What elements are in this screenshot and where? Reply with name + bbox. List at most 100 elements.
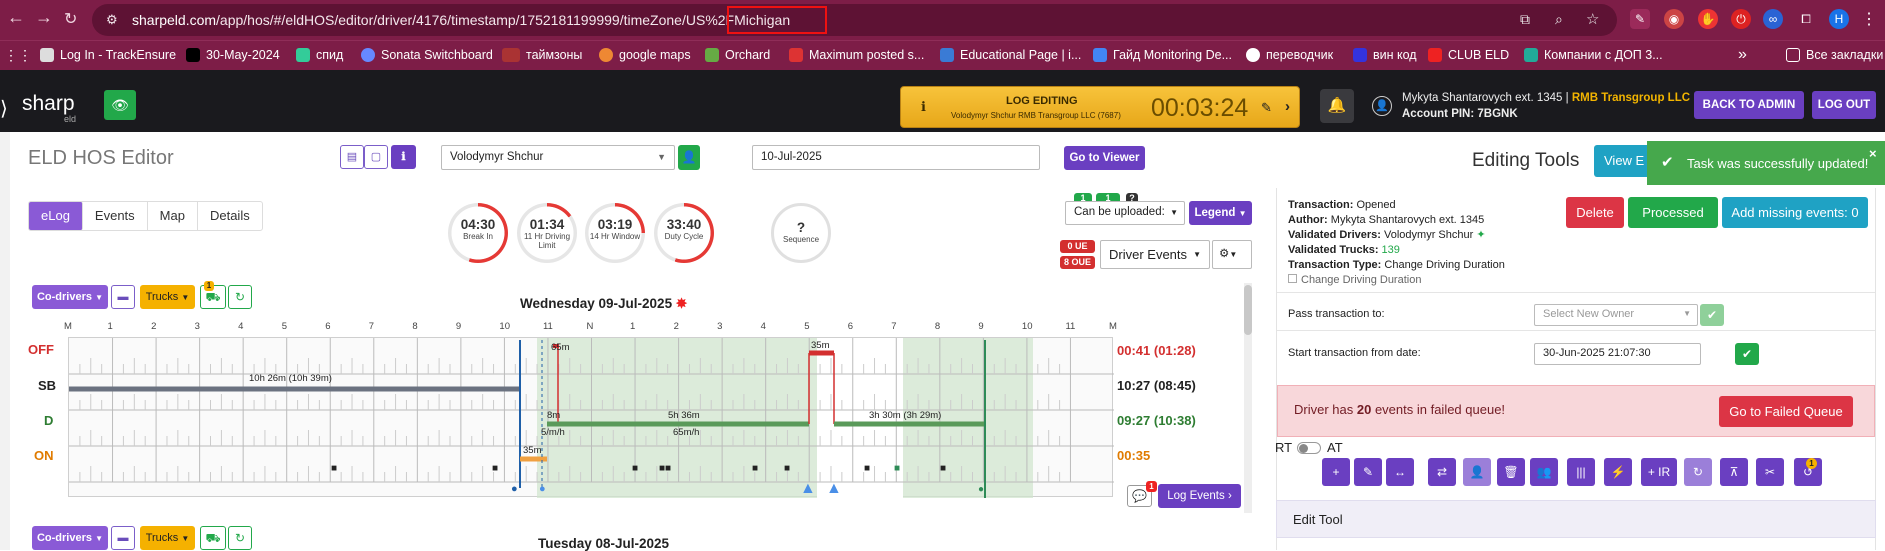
processed-button[interactable]: Processed [1628,197,1718,228]
back-to-admin-button[interactable]: BACK TO ADMIN [1694,91,1804,119]
translate-icon[interactable]: ⧉ [1520,11,1530,28]
video-icon[interactable]: ■ [784,463,790,474]
bookmarks-more[interactable]: » [1738,46,1747,64]
truck-add-button-2[interactable]: ⛟ [200,526,226,550]
bookmark-9[interactable]: Гайд Monitoring De... [1093,48,1232,62]
go-to-failed-queue-button[interactable]: Go to Failed Queue [1719,396,1853,427]
swap-tool-button[interactable]: ⇄ [1428,458,1456,486]
rt-at-toggle[interactable] [1297,442,1321,454]
bookmark-4[interactable]: таймзоны [502,48,582,62]
doc-event-icon[interactable]: ■ [894,463,900,474]
infinity-extension-icon[interactable]: ∞ [1763,9,1783,29]
bookmark-12[interactable]: CLUB ELD [1428,48,1509,62]
refresh-button-2[interactable]: ↻ [228,526,252,550]
group-tool-button[interactable]: 👥 [1530,458,1558,486]
tab-map[interactable]: Map [148,202,198,230]
zoom-icon[interactable]: ⌕ [1555,11,1563,28]
trucks-button[interactable]: Trucks ▼ [140,285,195,309]
extension-icon[interactable]: ◉ [1664,9,1684,29]
profile-avatar[interactable]: H [1829,9,1849,29]
view-button[interactable]: View E [1594,145,1654,177]
settings-select[interactable]: ⚙▼ [1212,240,1252,269]
address-bar[interactable]: ⚙ sharpeld.com/app/hos/#/eldHOS/editor/d… [92,4,1617,36]
puzzle-icon[interactable]: ⧠ [1796,9,1816,29]
resize-tool-button[interactable]: ↔ [1386,458,1414,486]
logout-button[interactable]: LOG OUT [1812,91,1876,119]
delete-button[interactable]: Delete [1566,197,1624,228]
video-icon[interactable]: ■ [752,463,758,474]
doc-button[interactable]: ▤ [340,145,364,169]
add-tool-button[interactable]: + [1322,458,1350,486]
reload-icon[interactable]: ↻ [64,9,77,29]
codrivers-button-2[interactable]: Co-drivers ▼ [32,526,108,550]
video-icon[interactable]: ■ [940,463,946,474]
trucks-button-2[interactable]: Trucks ▼ [140,526,195,550]
event-marker-icon[interactable]: ● [539,483,546,495]
hand-extension-icon[interactable]: ✋ [1698,9,1718,29]
tab-elog[interactable]: eLog [29,202,83,230]
driver-profile-button[interactable]: 👤 [678,145,700,170]
delete-tool-button[interactable]: 🗑 [1497,458,1525,486]
cut-tool-button[interactable]: ✂ [1756,458,1784,486]
truck-view-button-2[interactable]: ▬ [111,526,135,550]
date-input[interactable]: 10-Jul-2025 [752,145,1040,170]
user-tool-button[interactable]: 👤 [1463,458,1491,486]
video-icon[interactable]: ■■ [659,463,671,474]
bookmark-13[interactable]: Компании с ДОП 3... [1524,48,1663,62]
location-pin-icon[interactable]: ▲ [826,480,842,498]
bookmark-2[interactable]: спид [296,48,343,62]
start-date-confirm-button[interactable]: ✔ [1735,343,1759,365]
refresh-tool-button[interactable]: ↻ [1684,458,1712,486]
pass-confirm-button[interactable]: ✔ [1700,304,1724,326]
can-upload-select[interactable]: Can be uploaded: ▼ [1065,201,1185,225]
log-grid[interactable]: 10h 26m (10h 39m) 65m 35m 5h 36m 3h 30m … [68,337,1114,498]
bell-button[interactable]: 🔔 [1320,89,1354,123]
power-extension-icon[interactable]: ⏻ [1731,9,1751,29]
codrivers-button[interactable]: Co-drivers ▼ [32,285,108,309]
truck-view-button[interactable]: ▬ [111,285,135,309]
refresh-button[interactable]: ↻ [228,285,252,309]
bookmark-0[interactable]: Log In - TrackEnsure [40,48,176,62]
driver-events-select[interactable]: Driver Events ▼ [1100,240,1210,269]
bookmark-5[interactable]: google maps [599,48,691,62]
chevron-right-icon[interactable]: › [1285,98,1290,115]
pen-extension-icon[interactable]: ✎ [1630,9,1650,29]
event-marker-icon[interactable]: ● [978,484,984,495]
log-events-button[interactable]: Log Events › [1158,484,1241,508]
back-icon[interactable]: ← [7,7,25,28]
other-bookmarks[interactable]: Все закладки [1786,48,1883,62]
close-icon[interactable]: × [1869,146,1877,161]
bookmark-6[interactable]: Orchard [705,48,770,62]
columns-tool-button[interactable]: ||| [1567,458,1595,486]
bookmark-8[interactable]: Educational Page | i... [940,48,1081,62]
bookmark-7[interactable]: Maximum posted s... [789,48,924,62]
wand-tool-button[interactable]: ⚡ [1604,458,1632,486]
video-icon[interactable]: ■ [492,463,498,474]
new-owner-select[interactable]: Select New Owner ▼ [1534,304,1698,326]
bookmark-11[interactable]: вин код [1353,48,1417,62]
edit-icon[interactable]: ✎ [1261,100,1272,116]
star-icon[interactable]: ☆ [1586,10,1599,28]
add-missing-events-button[interactable]: Add missing events: 0 [1722,197,1868,228]
start-date-input[interactable]: 30-Jun-2025 21:07:30 [1534,343,1701,365]
location-pin-icon[interactable]: ▲ [800,480,816,498]
checkbox[interactable] [1288,274,1297,283]
event-marker-icon[interactable]: ● [511,483,518,495]
scrollbar-thumb[interactable] [1244,285,1252,335]
align-tool-button[interactable]: ⊼ [1720,458,1748,486]
info-button[interactable]: ℹ [391,145,416,169]
url-text[interactable]: sharpeld.com/app/hos/#/eldHOS/editor/dri… [132,12,790,28]
menu-icon[interactable]: ⋮ [1861,9,1877,29]
note-button[interactable]: ▢ [364,145,388,169]
driver-select[interactable]: Volodymyr Shchur ▼ [441,145,675,170]
apps-icon[interactable]: ⋮⋮ [4,47,32,64]
edit-tool-section[interactable]: Edit Tool [1276,500,1876,538]
legend-button[interactable]: Legend ▼ [1189,201,1252,225]
edit-tool-button[interactable]: ✎ [1354,458,1382,486]
add-ir-button[interactable]: + IR [1641,458,1677,486]
video-icon[interactable]: ■ [632,463,638,474]
go-to-viewer-button[interactable]: Go to Viewer [1064,146,1145,170]
forward-icon[interactable]: → [35,7,53,28]
video-icon[interactable]: ■ [331,463,337,474]
tab-details[interactable]: Details [198,202,262,230]
